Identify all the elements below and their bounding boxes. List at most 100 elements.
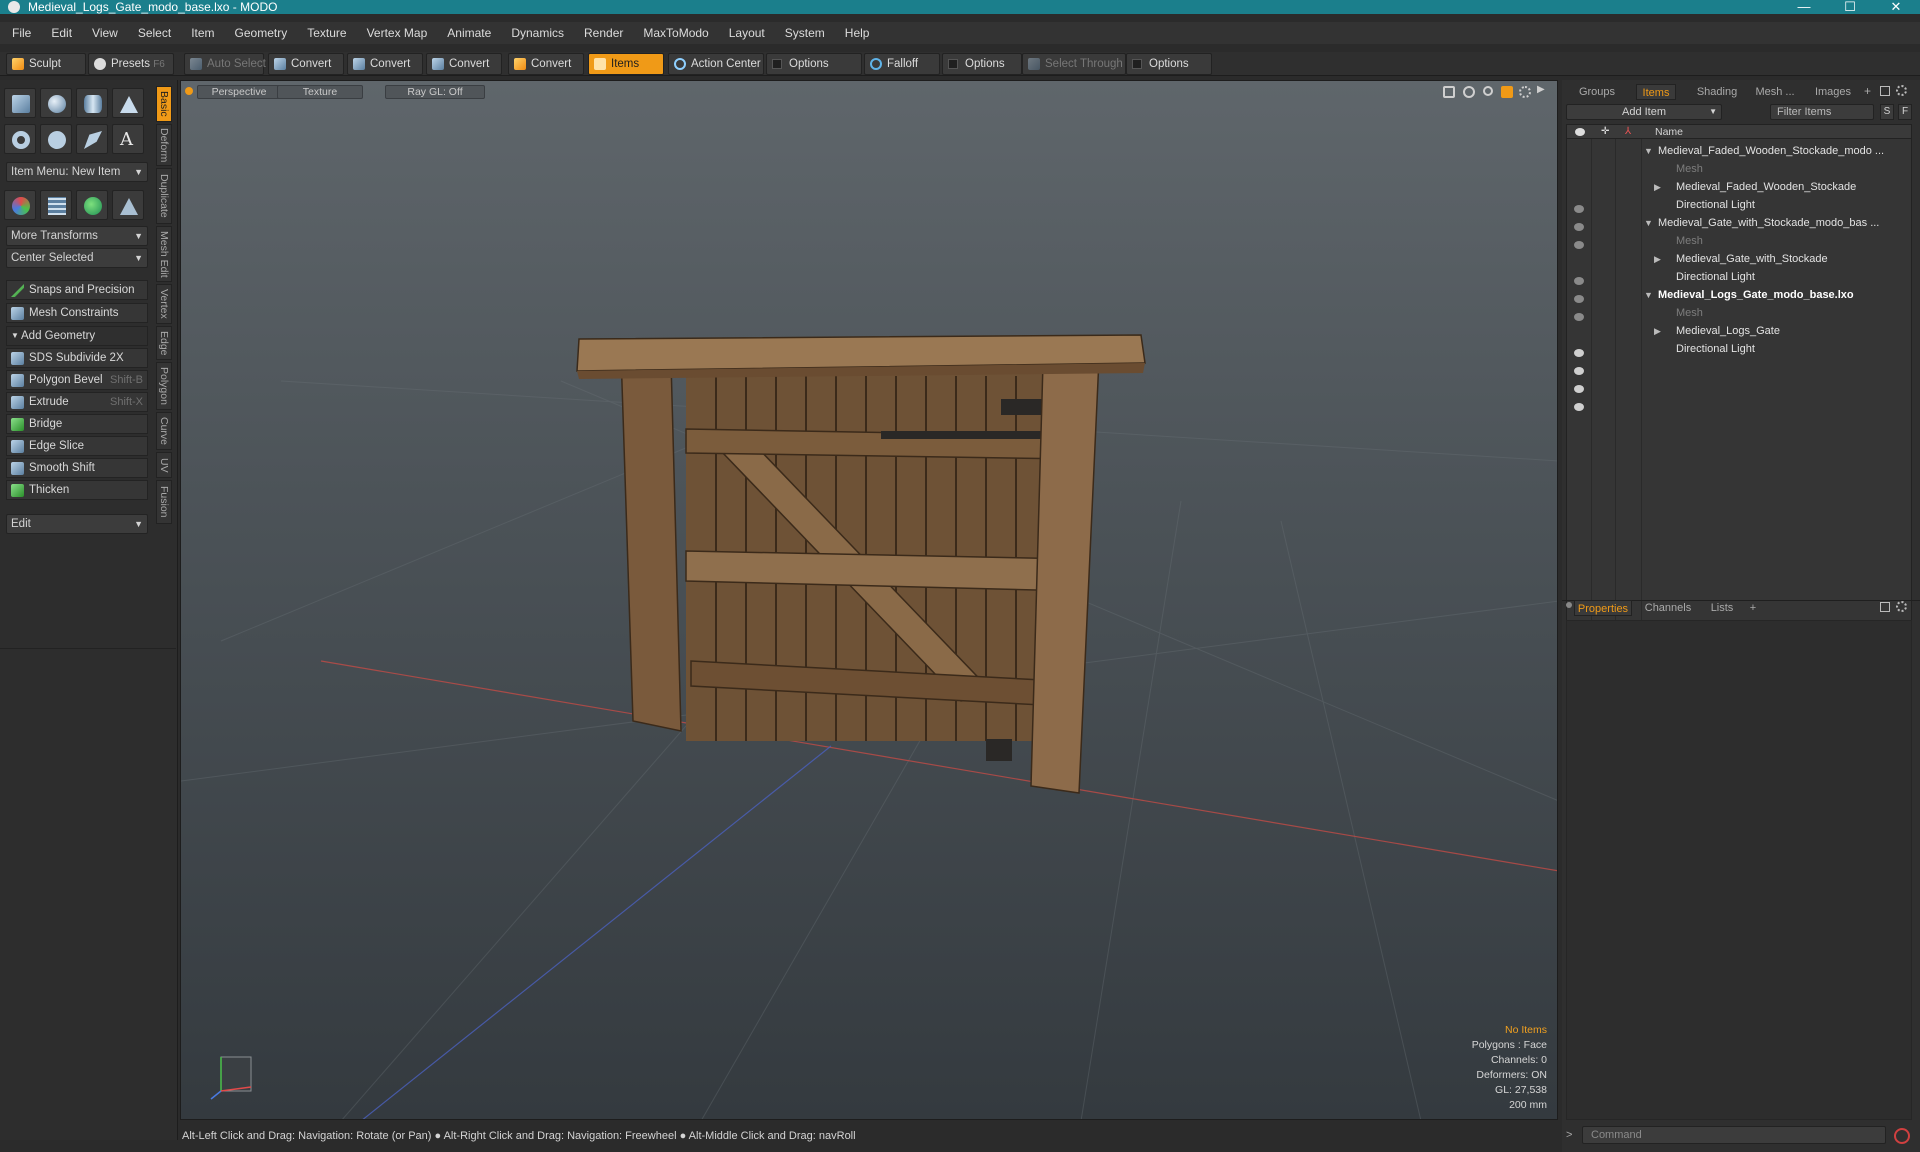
pan-icon[interactable] — [1443, 86, 1455, 98]
visibility-eye-icon[interactable] — [1574, 277, 1584, 285]
raygl-button[interactable]: Ray GL: Off — [385, 85, 485, 99]
chevron-right-icon[interactable]: ▶ — [1654, 326, 1661, 337]
minimize-button[interactable]: — — [1784, 0, 1824, 14]
falloff-button[interactable]: Falloff — [864, 53, 940, 75]
bridge-button[interactable]: Bridge — [6, 414, 148, 434]
gear-icon[interactable] — [1519, 86, 1531, 98]
action-center-options-button[interactable]: Options — [766, 53, 862, 75]
tab-vertex[interactable]: Vertex — [156, 284, 172, 324]
falloff-options-button[interactable]: Options — [942, 53, 1022, 75]
convert-vertices-button[interactable]: Convert — [268, 53, 344, 75]
smooth-shift-button[interactable]: Smooth Shift — [6, 458, 148, 478]
locator-item-row[interactable]: Medieval_Gate_with_Stockade — [1676, 250, 1920, 268]
visibility-eye-icon[interactable] — [1574, 295, 1584, 303]
tab-lists[interactable]: Lists — [1702, 600, 1742, 616]
filter-items-input[interactable]: Filter Items — [1770, 104, 1874, 120]
chevron-down-icon[interactable]: ▼ — [1644, 218, 1653, 228]
extrude-button[interactable]: Extrude Shift-X — [6, 392, 148, 412]
sphere-tool[interactable] — [40, 88, 72, 118]
chevron-right-icon[interactable]: ▶ — [1654, 254, 1661, 265]
maximize-button[interactable]: ☐ — [1830, 0, 1870, 14]
scene-item-row[interactable]: Medieval_Faded_Wooden_Stockade_modo ... — [1658, 142, 1914, 160]
tab-fusion[interactable]: Fusion — [156, 480, 172, 524]
auto-select-button[interactable]: Auto Select — [184, 53, 266, 75]
menu-select[interactable]: Select — [138, 26, 171, 40]
menu-dynamics[interactable]: Dynamics — [511, 26, 564, 40]
visibility-eye-icon[interactable] — [1574, 241, 1584, 249]
command-input[interactable]: Command — [1582, 1126, 1886, 1144]
sds-subdivide-button[interactable]: SDS Subdivide 2X — [6, 348, 148, 368]
close-button[interactable]: ✕ — [1876, 0, 1916, 14]
menu-system[interactable]: System — [785, 26, 825, 40]
maximize-viewport-icon[interactable] — [1501, 86, 1513, 98]
light-item-row[interactable]: Directional Light — [1676, 340, 1920, 358]
globe-tool[interactable] — [76, 190, 108, 220]
mesh-item-row[interactable]: Mesh — [1676, 304, 1920, 322]
convert-polygons-button[interactable]: Convert — [426, 53, 502, 75]
pyramid-tool[interactable] — [112, 190, 144, 220]
mesh-item-row[interactable]: Mesh — [1676, 160, 1920, 178]
menu-view[interactable]: View — [92, 26, 118, 40]
visibility-eye-icon[interactable] — [1574, 403, 1584, 411]
texture-button[interactable]: Texture — [277, 85, 363, 99]
tab-basic[interactable]: Basic — [156, 86, 172, 122]
transform-tool[interactable] — [4, 190, 36, 220]
panel-options-icon[interactable] — [1566, 602, 1572, 608]
torus-tool[interactable] — [4, 124, 36, 154]
tab-uv[interactable]: UV — [156, 452, 172, 478]
convert-edges-button[interactable]: Convert — [347, 53, 423, 75]
tab-channels[interactable]: Channels — [1642, 600, 1694, 616]
center-selected-dropdown[interactable]: Center Selected ▼ — [6, 248, 148, 268]
f-button[interactable]: F — [1898, 104, 1912, 120]
gear-icon[interactable] — [1896, 85, 1907, 96]
visibility-eye-icon[interactable] — [1574, 349, 1584, 357]
menu-geometry[interactable]: Geometry — [235, 26, 288, 40]
scene-item-row-active[interactable]: Medieval_Logs_Gate_modo_base.lxo — [1658, 286, 1914, 304]
expand-icon[interactable] — [1880, 86, 1890, 96]
tab-groups[interactable]: Groups — [1574, 84, 1620, 100]
menu-help[interactable]: Help — [845, 26, 870, 40]
menu-file[interactable]: File — [12, 26, 31, 40]
chevron-right-icon[interactable]: ▶ — [1537, 84, 1545, 95]
item-menu-dropdown[interactable]: Item Menu: New Item ▼ — [6, 162, 148, 182]
axis-column-icon[interactable]: ⅄ — [1625, 127, 1635, 137]
s-button[interactable]: S — [1880, 104, 1894, 120]
menu-vertex-map[interactable]: Vertex Map — [367, 26, 428, 40]
menu-animate[interactable]: Animate — [447, 26, 491, 40]
viewport-options-icon[interactable] — [185, 87, 193, 95]
mesh-item-row[interactable]: Mesh — [1676, 232, 1920, 250]
zoom-icon[interactable] — [1483, 86, 1493, 96]
visibility-eye-icon[interactable] — [1574, 205, 1584, 213]
tab-mesh-edit[interactable]: Mesh Edit — [156, 226, 172, 282]
cone-tool[interactable] — [112, 88, 144, 118]
visibility-eye-icon[interactable] — [1574, 385, 1584, 393]
menu-texture[interactable]: Texture — [307, 26, 346, 40]
convert-materials-button[interactable]: Convert — [508, 53, 584, 75]
menu-render[interactable]: Render — [584, 26, 623, 40]
tab-mesh[interactable]: Mesh ... — [1748, 84, 1802, 100]
add-item-dropdown[interactable]: Add Item ▼ — [1566, 104, 1722, 120]
visibility-column-icon[interactable] — [1575, 128, 1585, 136]
capsule-tool[interactable] — [40, 124, 72, 154]
light-item-row[interactable]: Directional Light — [1676, 196, 1920, 214]
thicken-button[interactable]: Thicken — [6, 480, 148, 500]
tab-images[interactable]: Images — [1808, 84, 1858, 100]
menu-layout[interactable]: Layout — [729, 26, 765, 40]
visibility-eye-icon[interactable] — [1574, 223, 1584, 231]
lock-column-icon[interactable]: ✛ — [1601, 127, 1611, 137]
expand-icon[interactable] — [1880, 602, 1890, 612]
more-transforms-dropdown[interactable]: More Transforms ▼ — [6, 226, 148, 246]
rotate-icon[interactable] — [1463, 86, 1475, 98]
cube-tool[interactable] — [4, 88, 36, 118]
polygon-bevel-button[interactable]: Polygon Bevel Shift-B — [6, 370, 148, 390]
add-tab-icon[interactable]: + — [1746, 600, 1760, 616]
chevron-down-icon[interactable]: ▼ — [1644, 290, 1653, 300]
cylinder-tool[interactable] — [76, 88, 108, 118]
record-icon[interactable] — [1894, 1128, 1910, 1144]
action-center-button[interactable]: Action Center — [668, 53, 764, 75]
scene-item-row[interactable]: Medieval_Gate_with_Stockade_modo_bas ... — [1658, 214, 1914, 232]
mesh-constraints-button[interactable]: Mesh Constraints — [6, 303, 148, 323]
sculpt-button[interactable]: Sculpt — [6, 53, 86, 75]
visibility-eye-icon[interactable] — [1574, 367, 1584, 375]
add-geometry-header[interactable]: ▼ Add Geometry — [6, 326, 148, 346]
